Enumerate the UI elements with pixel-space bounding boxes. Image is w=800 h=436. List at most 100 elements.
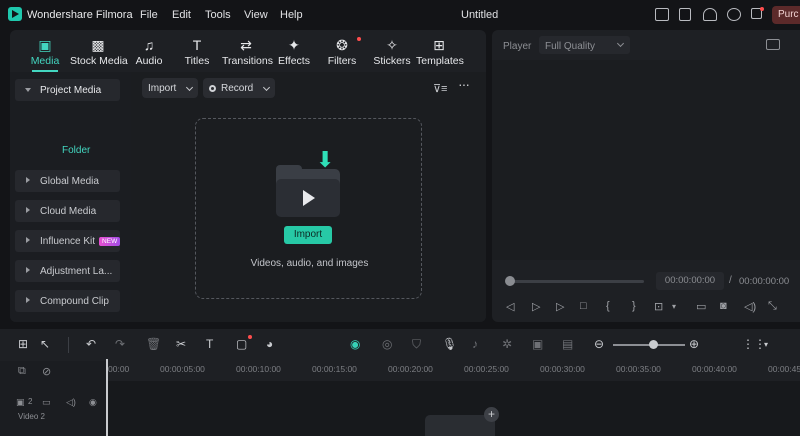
play-step-icon[interactable]: ▷ [532,300,540,313]
new-indicator-dot-icon [357,37,361,41]
image-compare-icon[interactable] [766,39,780,50]
plus-icon[interactable]: + [484,407,499,422]
track-number: 2 [28,397,33,406]
caret-down-icon [25,88,31,92]
quality-dropdown[interactable]: Full Quality [539,36,630,54]
tab-templates[interactable]: ⊞ Templates [416,30,464,72]
ruler-label: 00:00:30:00 [540,364,585,374]
auto-reframe-icon[interactable]: ▣ [532,337,543,351]
scrub-track[interactable] [508,280,644,283]
link-icon[interactable]: ⊘ [42,365,51,378]
timeline-panel: ⊞ ↖ ↶ ↷ 🗑 ✂ T ▢ ◕ ◉ ◎ ⛉ 🎙 ♪ ✲ ▣ ▤ ⊖ ⊕ ⋮⋮… [0,329,800,436]
tab-filters[interactable]: ❂ Filters [324,30,361,72]
track-header: ⧉ ⊘ ▣ 2 ▭ ◁) ◉ Video 2 [0,361,106,436]
crop-icon[interactable]: ▢ [236,337,247,351]
effects-icon: ✦ [288,37,300,53]
insert-icon[interactable]: ⊡ [654,300,663,313]
menu-tools[interactable]: Tools [205,9,231,21]
layout-grid-icon[interactable]: ⊞ [18,337,28,351]
color-palette-icon[interactable]: ◕ [266,337,273,351]
stop-icon[interactable]: □ [580,300,587,312]
import-dropzone[interactable]: ⬇ Import Videos, audio, and images [195,118,422,299]
play-icon[interactable]: ▷ [556,300,564,313]
sidebar-item-folder[interactable]: Folder [62,145,90,156]
tab-stock-media[interactable]: ▩ Stock Media [70,30,128,72]
save-icon[interactable] [679,8,691,21]
document-title: Untitled [461,9,499,21]
music-note-icon: ♫ [143,37,155,53]
chevron-down-icon[interactable]: ▾ [672,302,676,311]
fullscreen-icon[interactable]: ⤡ [768,300,777,313]
app-name: Wondershare Filmora [27,9,133,21]
undo-icon[interactable]: ↶ [86,337,96,351]
playhead[interactable] [106,359,108,436]
chevron-down-icon [185,83,194,92]
menu-help[interactable]: Help [280,9,303,21]
text-tool-icon[interactable]: T [206,337,213,351]
track-name: Video 2 [18,412,45,421]
timeline-ruler[interactable]: 00:00 00:00:05:00 00:00:10:00 00:00:15:0… [106,361,800,381]
scrub-handle[interactable] [505,276,515,286]
mute-icon[interactable]: ◁) [66,397,76,408]
sidebar-item-adjustment-layer[interactable]: Adjustment La... [15,260,120,282]
caret-right-icon [26,237,30,243]
volume-icon[interactable]: ◁) [744,300,756,313]
zoom-slider-handle[interactable] [649,340,658,349]
chevron-down-icon [616,39,625,48]
subtitle-icon[interactable]: ▤ [562,337,573,351]
zoom-out-icon[interactable]: ⊖ [594,337,604,351]
layout-icon[interactable] [655,8,669,21]
sidebar-item-compound-clip[interactable]: Compound Clip [15,290,120,312]
redo-icon[interactable]: ↷ [115,337,125,351]
camera-icon[interactable]: ◙ [720,300,727,312]
sidebar-item-project-media[interactable]: Project Media [15,79,120,101]
zoom-in-icon[interactable]: ⊕ [689,337,699,351]
more-options-icon[interactable]: ··· [458,76,470,92]
transitions-icon: ⇄ [240,37,252,53]
folder-lock-icon[interactable]: ▭ [42,397,51,408]
split-scissors-icon[interactable]: ✂ [176,337,186,351]
sidebar-item-cloud-media[interactable]: Cloud Media [15,200,120,222]
effects-mask-icon[interactable]: ✲ [502,337,512,351]
stock-media-icon: ▩ [91,37,105,53]
track-height-icon[interactable]: ⋮⋮ [742,337,766,351]
tab-transitions[interactable]: ⇄ Transitions [222,30,273,72]
menu-view[interactable]: View [244,9,268,21]
sort-filter-icon[interactable]: ⊽≡ [433,82,447,95]
cloud-icon[interactable] [703,8,717,21]
sidebar-item-influence-kit[interactable]: Influence Kit NEW [15,230,120,252]
record-dropdown[interactable]: Record [203,78,275,98]
monitor-icon[interactable]: ▭ [696,300,706,313]
toolbar-divider [68,337,69,353]
tab-media[interactable]: ▣ Media [28,30,62,72]
mark-in-icon[interactable]: { [606,300,610,312]
import-button[interactable]: Import [284,226,332,244]
microphone-icon[interactable]: 🎙 [442,337,457,351]
tab-audio[interactable]: ♫ Audio [132,30,166,72]
filters-icon: ❂ [336,37,348,53]
current-time: 00:00:00:00 [656,272,724,290]
tab-titles[interactable]: T Titles [180,30,214,72]
select-pointer-icon[interactable]: ↖ [40,337,50,351]
download-arrow-icon: ⬇ [316,147,335,172]
purchase-button[interactable]: Purc [772,6,800,24]
tab-stickers[interactable]: ✧ Stickers [372,30,412,72]
previous-frame-icon[interactable]: ◁ [506,300,514,313]
menu-edit[interactable]: Edit [172,9,191,21]
import-dropdown[interactable]: Import [142,78,198,98]
sidebar-item-global-media[interactable]: Global Media [15,170,120,192]
audio-clip-icon[interactable]: ♪ [472,337,478,351]
crop-new-dot-icon [248,335,252,339]
shield-marker-icon[interactable]: ⛉ [412,337,421,352]
delete-icon[interactable]: 🗑 [146,337,161,351]
mark-out-icon[interactable]: } [632,300,636,312]
motion-tracking-icon[interactable]: ◎ [382,337,392,351]
eye-icon[interactable]: ◉ [89,397,97,408]
ai-assistant-icon[interactable]: ◉ [350,337,360,351]
media-content-area: Import Record ⊽≡ ··· ⬇ Import Videos, au… [131,72,486,322]
headset-icon[interactable] [727,8,741,21]
tab-effects[interactable]: ✦ Effects [276,30,312,72]
menu-file[interactable]: File [140,9,158,21]
chevron-down-icon[interactable]: ▾ [764,340,768,349]
add-track-icon[interactable]: ⧉ [18,365,26,378]
